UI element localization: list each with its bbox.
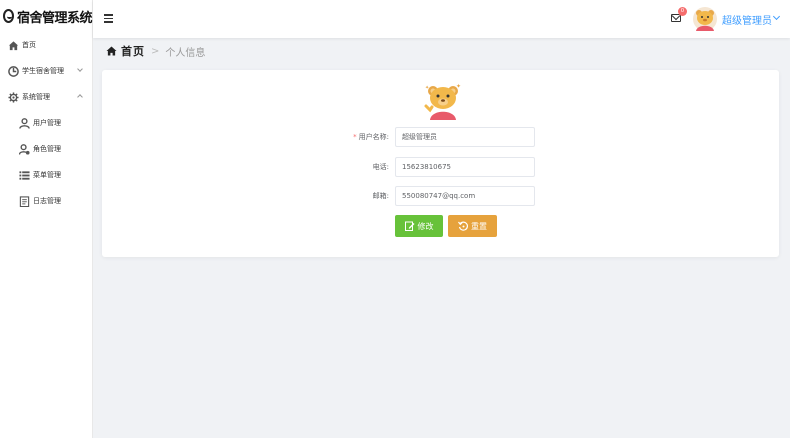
phone-row: 电话: 15623810675 [102,157,779,177]
edit-button[interactable]: 修改 [395,215,443,237]
sidebar-item-label: 菜单管理 [33,171,61,179]
username-label: * 用户名称: [353,132,389,142]
home-icon [106,46,117,56]
username-label-text: 用户名称: [358,133,389,141]
list-icon [19,170,30,180]
sidebar-item-label: 系统管理 [22,93,50,101]
sidebar-item-menus[interactable]: 菜单管理 [0,162,92,188]
user-icon [19,117,30,129]
reset-icon [458,221,468,231]
logo-icon [3,9,14,23]
home-icon [8,40,19,50]
profile-avatar: ✦ ✦ [424,83,461,120]
reset-button-label: 重置 [471,221,487,231]
sidebar-item-logs[interactable]: 日志管理 [0,188,92,214]
sidebar-item-system[interactable]: 系统管理 [0,84,92,110]
sidebar-item-roles[interactable]: 角色管理 [0,136,92,162]
log-icon [19,195,30,207]
email-label: 邮箱: [372,192,389,200]
sidebar: 宿舍管理系统 首页 学生宿舍管理 系统管理 用户管理 角色管理 菜单管理 日志管… [0,0,93,438]
phone-field[interactable]: 15623810675 [395,157,535,177]
svg-text:✦: ✦ [456,83,461,90]
user-name[interactable]: 超级管理员 [722,12,772,27]
breadcrumb: 首页 > 个人信息 [106,43,205,59]
role-icon [19,143,30,155]
sidebar-item-label: 日志管理 [33,197,61,205]
username-field[interactable]: 超级管理员 [395,127,535,147]
profile-card: ✦ ✦ * 用户名称: 超级管理员 电话: 15623810675 邮箱: 550… [102,70,779,257]
breadcrumb-home[interactable]: 首页 [121,43,145,59]
sidebar-item-label: 角色管理 [33,145,61,153]
phone-label: 电话: [372,163,389,171]
top-header: 0 超级管理员 [93,0,790,38]
notification-badge: 0 [678,7,687,16]
chevron-down-icon[interactable] [772,12,781,21]
email-row: 邮箱: 550080747@qq.com [102,186,779,206]
svg-text:✦: ✦ [425,85,429,91]
menu-toggle-icon[interactable] [104,14,113,23]
sidebar-item-users[interactable]: 用户管理 [0,110,92,136]
edit-icon [404,221,414,231]
breadcrumb-current: 个人信息 [165,47,206,59]
sidebar-item-label: 首页 [22,41,36,49]
app-title: 宿舍管理系统 [16,10,93,26]
sidebar-item-home[interactable]: 首页 [0,32,92,58]
sidebar-item-dorm[interactable]: 学生宿舍管理 [0,58,92,84]
email-field[interactable]: 550080747@qq.com [395,186,535,206]
dorm-icon [8,65,19,77]
breadcrumb-separator: > [151,45,160,57]
reset-button[interactable]: 重置 [448,215,497,237]
avatar[interactable] [693,7,717,31]
chevron-down-icon [77,66,83,72]
edit-button-label: 修改 [417,221,434,231]
username-row: * 用户名称: 超级管理员 [102,127,779,147]
sidebar-item-label: 学生宿舍管理 [22,67,64,75]
chevron-up-icon [77,94,83,100]
sidebar-item-label: 用户管理 [33,119,61,127]
required-mark: * [353,133,357,141]
app-logo: 宿舍管理系统 [0,0,93,32]
gear-icon [8,91,19,103]
